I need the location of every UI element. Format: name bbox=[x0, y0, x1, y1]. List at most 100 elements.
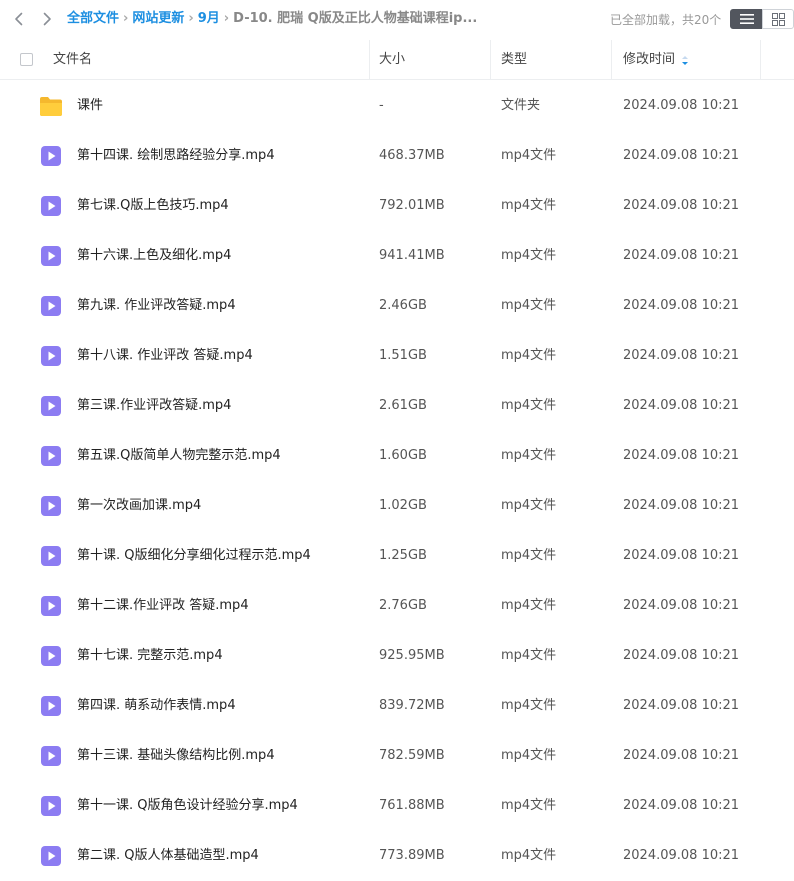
file-modified-time: 2024.09.08 10:21 bbox=[623, 498, 740, 513]
file-name[interactable]: 第十三课. 基础头像结构比例.mp4 bbox=[77, 731, 275, 781]
video-file-icon bbox=[40, 595, 62, 617]
column-divider[interactable] bbox=[490, 40, 491, 80]
file-size: 1.02GB bbox=[379, 498, 427, 513]
folder-row[interactable]: 课件 - 文件夹 2024.09.08 10:21 bbox=[0, 81, 794, 131]
file-modified-time: 2024.09.08 10:21 bbox=[623, 448, 740, 463]
column-header-modified[interactable]: 修改时间 bbox=[623, 40, 675, 80]
video-file-icon bbox=[40, 345, 62, 367]
file-name[interactable]: 第十八课. 作业评改 答疑.mp4 bbox=[77, 331, 253, 381]
file-size: 773.89MB bbox=[379, 848, 445, 863]
file-modified-time: 2024.09.08 10:21 bbox=[623, 598, 740, 613]
file-row[interactable]: 第七课.Q版上色技巧.mp4 792.01MB mp4文件 2024.09.08 10… bbox=[0, 181, 794, 231]
file-row[interactable]: 第九课. 作业评改答疑.mp4 2.46GB mp4文件 2024.09.08 10:… bbox=[0, 281, 794, 331]
video-file-icon bbox=[40, 495, 62, 517]
file-size: 792.01MB bbox=[379, 198, 445, 213]
column-header-name[interactable]: 文件名 bbox=[53, 40, 92, 80]
file-type: mp4文件 bbox=[501, 348, 557, 363]
video-file-icon bbox=[40, 695, 62, 717]
column-divider[interactable] bbox=[369, 40, 370, 80]
file-type: mp4文件 bbox=[501, 198, 557, 213]
file-row[interactable]: 第十课. Q版细化分享细化过程示范.mp4 1.25GB mp4文件 2024.09.… bbox=[0, 531, 794, 581]
breadcrumb-all-files[interactable]: 全部文件 bbox=[67, 11, 119, 26]
breadcrumb-site-updates[interactable]: 网站更新 bbox=[132, 11, 184, 26]
file-modified-time: 2024.09.08 10:21 bbox=[623, 648, 740, 663]
file-name[interactable]: 第十四课. 绘制思路经验分享.mp4 bbox=[77, 131, 275, 181]
breadcrumb-september[interactable]: 9月 bbox=[198, 11, 220, 26]
file-size: 468.37MB bbox=[379, 148, 445, 163]
file-name[interactable]: 第十课. Q版细化分享细化过程示范.mp4 bbox=[77, 531, 311, 581]
file-size: 925.95MB bbox=[379, 648, 445, 663]
grid-view-icon bbox=[772, 13, 785, 26]
file-type: mp4文件 bbox=[501, 648, 557, 663]
file-modified-time: 2024.09.08 10:21 bbox=[623, 148, 740, 163]
folder-icon bbox=[39, 95, 62, 117]
file-row[interactable]: 第五课.Q版简单人物完整示范.mp4 1.60GB mp4文件 2024.09.08 … bbox=[0, 431, 794, 481]
file-name[interactable]: 第七课.Q版上色技巧.mp4 bbox=[77, 181, 229, 231]
file-row[interactable]: 第十一课. Q版角色设计经验分享.mp4 761.88MB mp4文件 2024.09… bbox=[0, 781, 794, 831]
file-type: 文件夹 bbox=[501, 98, 541, 113]
file-row[interactable]: 第十四课. 绘制思路经验分享.mp4 468.37MB mp4文件 2024.09.0… bbox=[0, 131, 794, 181]
column-divider[interactable] bbox=[760, 40, 761, 80]
forward-button[interactable] bbox=[37, 9, 57, 29]
file-row[interactable]: 第十七课. 完整示范.mp4 925.95MB mp4文件 2024.09.08 10… bbox=[0, 631, 794, 681]
file-name[interactable]: 第十六课.上色及细化.mp4 bbox=[77, 231, 231, 281]
file-size: 761.88MB bbox=[379, 798, 445, 813]
file-name[interactable]: 第九课. 作业评改答疑.mp4 bbox=[77, 281, 236, 331]
file-modified-time: 2024.09.08 10:21 bbox=[623, 398, 740, 413]
file-name[interactable]: 第五课.Q版简单人物完整示范.mp4 bbox=[77, 431, 281, 481]
column-divider[interactable] bbox=[611, 40, 612, 80]
file-row[interactable]: 第十三课. 基础头像结构比例.mp4 782.59MB mp4文件 2024.09.0… bbox=[0, 731, 794, 781]
file-name[interactable]: 课件 bbox=[77, 81, 103, 131]
video-file-icon bbox=[40, 795, 62, 817]
file-name[interactable]: 第一次改画加课.mp4 bbox=[77, 481, 201, 531]
breadcrumb-separator: › bbox=[188, 11, 194, 26]
file-row[interactable]: 第一次改画加课.mp4 1.02GB mp4文件 2024.09.08 10:21 bbox=[0, 481, 794, 531]
video-file-icon bbox=[40, 395, 62, 417]
sort-descending-icon[interactable] bbox=[681, 55, 689, 66]
select-all-checkbox[interactable] bbox=[20, 53, 33, 66]
file-row[interactable]: 第三课.作业评改答疑.mp4 2.61GB mp4文件 2024.09.08 10:2… bbox=[0, 381, 794, 431]
list-view-icon bbox=[740, 14, 754, 24]
file-row[interactable]: 第十六课.上色及细化.mp4 941.41MB mp4文件 2024.09.08 10… bbox=[0, 231, 794, 281]
view-toggle bbox=[730, 9, 794, 29]
video-file-icon bbox=[40, 195, 62, 217]
file-size: 2.76GB bbox=[379, 598, 427, 613]
file-row[interactable]: 第十二课.作业评改 答疑.mp4 2.76GB mp4文件 2024.09.08 10… bbox=[0, 581, 794, 631]
file-modified-time: 2024.09.08 10:21 bbox=[623, 698, 740, 713]
file-size: 1.51GB bbox=[379, 348, 427, 363]
file-type: mp4文件 bbox=[501, 698, 557, 713]
file-name[interactable]: 第四课. 萌系动作表情.mp4 bbox=[77, 681, 236, 731]
file-row[interactable]: 第十八课. 作业评改 答疑.mp4 1.51GB mp4文件 2024.09.08 1… bbox=[0, 331, 794, 381]
grid-view-button[interactable] bbox=[762, 9, 794, 29]
file-type: mp4文件 bbox=[501, 148, 557, 163]
file-modified-time: 2024.09.08 10:21 bbox=[623, 548, 740, 563]
breadcrumb-current-folder: D-10. 肥瑞 Q版及正比人物基础课程ip... bbox=[233, 11, 478, 26]
file-size: 2.61GB bbox=[379, 398, 427, 413]
file-modified-time: 2024.09.08 10:21 bbox=[623, 98, 740, 113]
file-name[interactable]: 第二课. Q版人体基础造型.mp4 bbox=[77, 831, 259, 881]
file-modified-time: 2024.09.08 10:21 bbox=[623, 248, 740, 263]
file-name[interactable]: 第十二课.作业评改 答疑.mp4 bbox=[77, 581, 249, 631]
file-row[interactable]: 第四课. 萌系动作表情.mp4 839.72MB mp4文件 2024.09.08 1… bbox=[0, 681, 794, 731]
file-row[interactable]: 第二课. Q版人体基础造型.mp4 773.89MB mp4文件 2024.09.08… bbox=[0, 831, 794, 881]
chevron-right-icon bbox=[43, 12, 51, 26]
file-type: mp4文件 bbox=[501, 448, 557, 463]
chevron-left-icon bbox=[15, 12, 23, 26]
video-file-icon bbox=[40, 245, 62, 267]
file-name[interactable]: 第三课.作业评改答疑.mp4 bbox=[77, 381, 231, 431]
file-list-header: 文件名 大小 类型 修改时间 bbox=[0, 40, 794, 80]
column-header-size[interactable]: 大小 bbox=[379, 40, 405, 80]
file-size: 2.46GB bbox=[379, 298, 427, 313]
file-modified-time: 2024.09.08 10:21 bbox=[623, 198, 740, 213]
file-type: mp4文件 bbox=[501, 298, 557, 313]
top-bar: 全部文件 › 网站更新 › 9月 › D-10. 肥瑞 Q版及正比人物基础课程ip... 已… bbox=[0, 0, 794, 38]
column-header-type[interactable]: 类型 bbox=[501, 40, 527, 80]
back-button[interactable] bbox=[9, 9, 29, 29]
file-name[interactable]: 第十七课. 完整示范.mp4 bbox=[77, 631, 223, 681]
loaded-count-status: 已全部加载，共20个 bbox=[610, 13, 722, 27]
file-modified-time: 2024.09.08 10:21 bbox=[623, 748, 740, 763]
list-view-button[interactable] bbox=[730, 9, 762, 29]
file-name[interactable]: 第十一课. Q版角色设计经验分享.mp4 bbox=[77, 781, 298, 831]
video-file-icon bbox=[40, 645, 62, 667]
breadcrumb-separator: › bbox=[123, 11, 129, 26]
